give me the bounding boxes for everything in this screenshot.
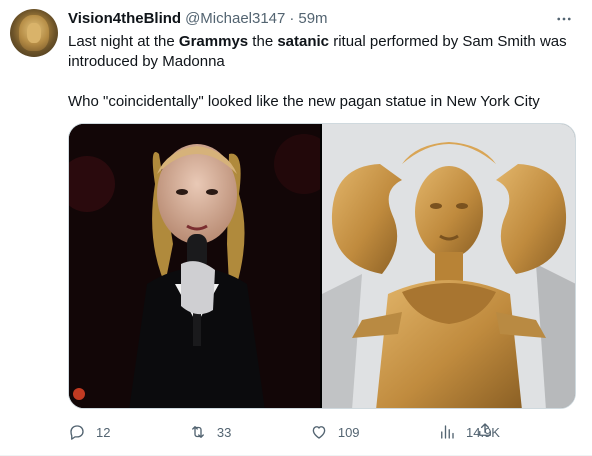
more-button[interactable] [553,8,575,30]
photo-statue[interactable] [322,124,575,408]
photo-statue-illustration [322,124,575,408]
views-icon [441,425,454,439]
text-bold-grammys: Grammys [178,33,249,50]
retweet-button[interactable]: 33 [189,423,231,441]
avatar[interactable] [10,9,58,57]
action-bar: 12 33 109 14.9K [68,420,500,444]
reply-count: 12 [96,424,111,440]
lion-face-shape [27,23,41,43]
tweet[interactable]: Vision4theBlind @Michael3147 · 59m Last … [0,0,592,456]
photo-madonna-illustration [69,124,320,408]
retweet-icon [191,426,204,438]
author-name[interactable]: Vision4theBlind [68,10,181,27]
media-grid [68,123,576,409]
share-button[interactable] [476,420,494,440]
tweet-header: Vision4theBlind @Michael3147 · 59m [68,10,328,28]
more-icon [557,17,571,21]
like-button[interactable]: 109 [310,423,360,441]
text-segment: Last night at the [68,33,179,50]
tweet-paragraph-1: Last night at the Grammys the satanic ri… [68,32,578,72]
text-segment: the [248,33,278,50]
text-bold-satanic: satanic [277,33,330,50]
like-count: 109 [337,424,360,440]
author-handle[interactable]: @Michael3147 [185,10,285,27]
tweet-paragraph-2: Who "coincidentally" looked like the new… [68,93,540,110]
reply-button[interactable]: 12 [68,423,110,441]
share-icon [479,423,491,436]
retweet-count: 33 [216,424,232,440]
reply-icon [70,425,84,440]
heart-icon [312,426,326,439]
separator-dot: · [289,10,295,27]
tweet-text: Last night at the Grammys the satanic ri… [68,32,578,112]
photo-madonna[interactable] [69,124,320,408]
timestamp[interactable]: 59m [298,10,327,27]
